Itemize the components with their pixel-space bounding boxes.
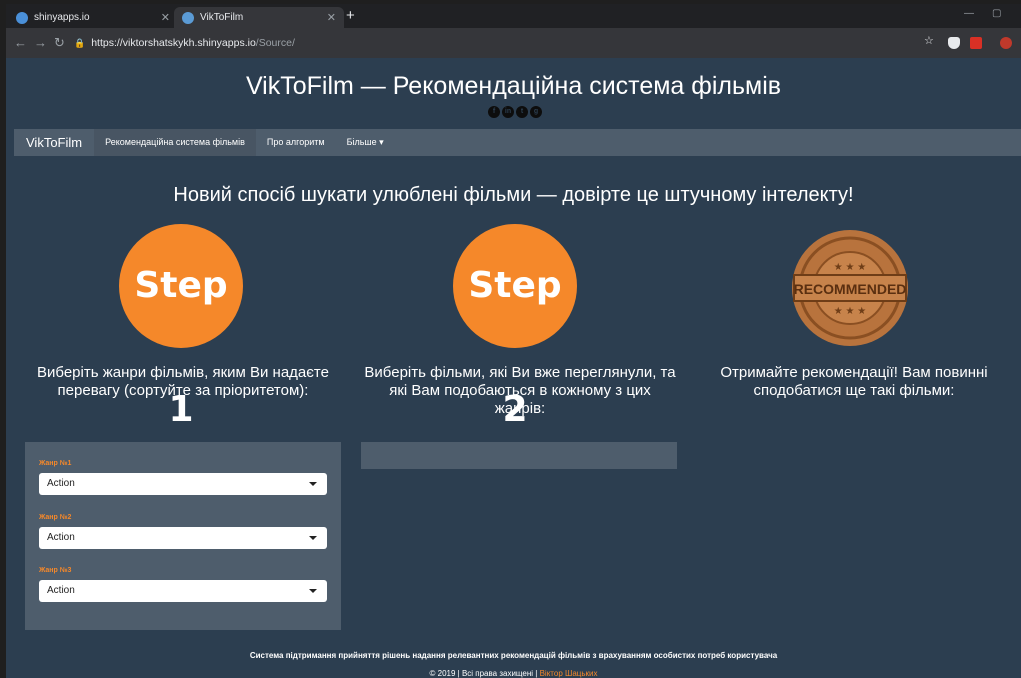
- genre3-label: Жанр №3: [39, 567, 72, 574]
- genre3-select[interactable]: Action: [39, 580, 327, 602]
- shield-extension-icon[interactable]: [948, 37, 960, 49]
- nav-item-more-dropdown[interactable]: Більше ▾: [336, 129, 395, 156]
- back-icon[interactable]: ←: [14, 35, 27, 50]
- url-path: /Source/: [255, 37, 295, 49]
- lock-icon: 🔒: [74, 38, 86, 48]
- reload-icon[interactable]: ↻: [54, 35, 65, 51]
- svg-text:★ ★ ★: ★ ★ ★: [834, 262, 866, 273]
- linkedin-icon[interactable]: in: [502, 106, 514, 118]
- close-tab-icon[interactable]: ✕: [161, 11, 170, 24]
- navbar-brand[interactable]: VikToFilm: [14, 135, 94, 150]
- twitter-icon[interactable]: t: [516, 106, 528, 118]
- viktofilm-favicon-icon: [182, 11, 194, 24]
- chevron-down-icon: [309, 589, 317, 593]
- genre-selection-panel: Жанр №1 Action Жанр №2 Action Жанр №3 Ac…: [25, 442, 341, 630]
- chevron-down-icon: [309, 482, 317, 486]
- genre2-value: Action: [47, 532, 75, 543]
- genre2-label: Жанр №2: [39, 514, 72, 521]
- social-links: f in t g: [488, 106, 542, 118]
- address-bar[interactable]: 🔒 https://viktorshatskykh.shinyapps.io/S…: [74, 33, 909, 53]
- genre2-select[interactable]: Action: [39, 527, 327, 549]
- genre3-value: Action: [47, 585, 75, 596]
- nav-item-recommender[interactable]: Рекомендаційна система фільмів: [94, 129, 256, 156]
- step2-badge: Step 2: [453, 224, 577, 430]
- genre1-label: Жанр №1: [39, 460, 72, 467]
- recommended-stamp-icon: RECOMMENDED ★ ★ ★ ★ ★ ★: [792, 230, 908, 346]
- tagline: Новий спосіб шукати улюблені фільми — до…: [173, 184, 854, 206]
- extension-icon[interactable]: [970, 37, 982, 49]
- new-tab-icon[interactable]: +: [346, 7, 355, 25]
- tab-title: shinyapps.io: [34, 12, 90, 23]
- tab-viktofilm[interactable]: VikToFilm ✕: [174, 7, 344, 28]
- genre1-select[interactable]: Action: [39, 473, 327, 495]
- browser-window: shinyapps.io ✕ VikToFilm ✕ + — ▢ ← → ↻ 🔒…: [6, 4, 1021, 678]
- nav-item-algorithm[interactable]: Про алгоритм: [256, 129, 336, 156]
- result-instruction: Отримайте рекомендації! Вам повинні спод…: [720, 364, 988, 399]
- stamp-text: RECOMMENDED: [794, 281, 907, 297]
- tab-strip: shinyapps.io ✕ VikToFilm ✕ + — ▢: [6, 4, 1021, 28]
- site-title: VikToFilm — Рекомендаційна система фільм…: [245, 72, 782, 100]
- browser-toolbar: ← → ↻ 🔒 https://viktorshatskykh.shinyapp…: [6, 28, 1021, 58]
- maximize-icon[interactable]: ▢: [992, 8, 1001, 19]
- shinyapps-favicon-icon: [16, 11, 28, 24]
- footer-copyright: © 2019 | Всі права захищені | Віктор Шац…: [6, 669, 1021, 678]
- tab-title: VikToFilm: [200, 12, 244, 23]
- author-link[interactable]: Віктор Шацьких: [540, 669, 598, 678]
- profile-avatar-icon[interactable]: [1000, 37, 1012, 49]
- footer-description: Система підтримання прийняття рішень над…: [249, 651, 778, 660]
- url-host: https://viktorshatskykh.shinyapps.io: [91, 37, 256, 49]
- tab-shinyapps[interactable]: shinyapps.io ✕: [8, 7, 178, 28]
- github-icon[interactable]: g: [530, 106, 542, 118]
- navbar: VikToFilm Рекомендаційна система фільмів…: [14, 129, 1021, 156]
- chevron-down-icon: [309, 536, 317, 540]
- facebook-icon[interactable]: f: [488, 106, 500, 118]
- star-icon[interactable]: ☆: [924, 34, 936, 47]
- forward-icon[interactable]: →: [34, 35, 47, 50]
- film-selection-panel: [361, 442, 677, 469]
- copyright-text: © 2019 | Всі права захищені |: [429, 669, 538, 678]
- step2-instruction: Виберіть фільми, які Ви вже переглянули,…: [364, 364, 676, 417]
- close-tab-icon[interactable]: ✕: [327, 11, 336, 24]
- svg-text:★ ★ ★: ★ ★ ★: [834, 306, 866, 317]
- step1-badge: Step 1: [119, 224, 243, 430]
- step1-instruction: Виберіть жанри фільмів, яким Ви надаєте …: [37, 364, 329, 399]
- genre1-value: Action: [47, 478, 75, 489]
- page-content: VikToFilm — Рекомендаційна система фільм…: [6, 58, 1021, 678]
- minimize-icon[interactable]: —: [964, 8, 974, 19]
